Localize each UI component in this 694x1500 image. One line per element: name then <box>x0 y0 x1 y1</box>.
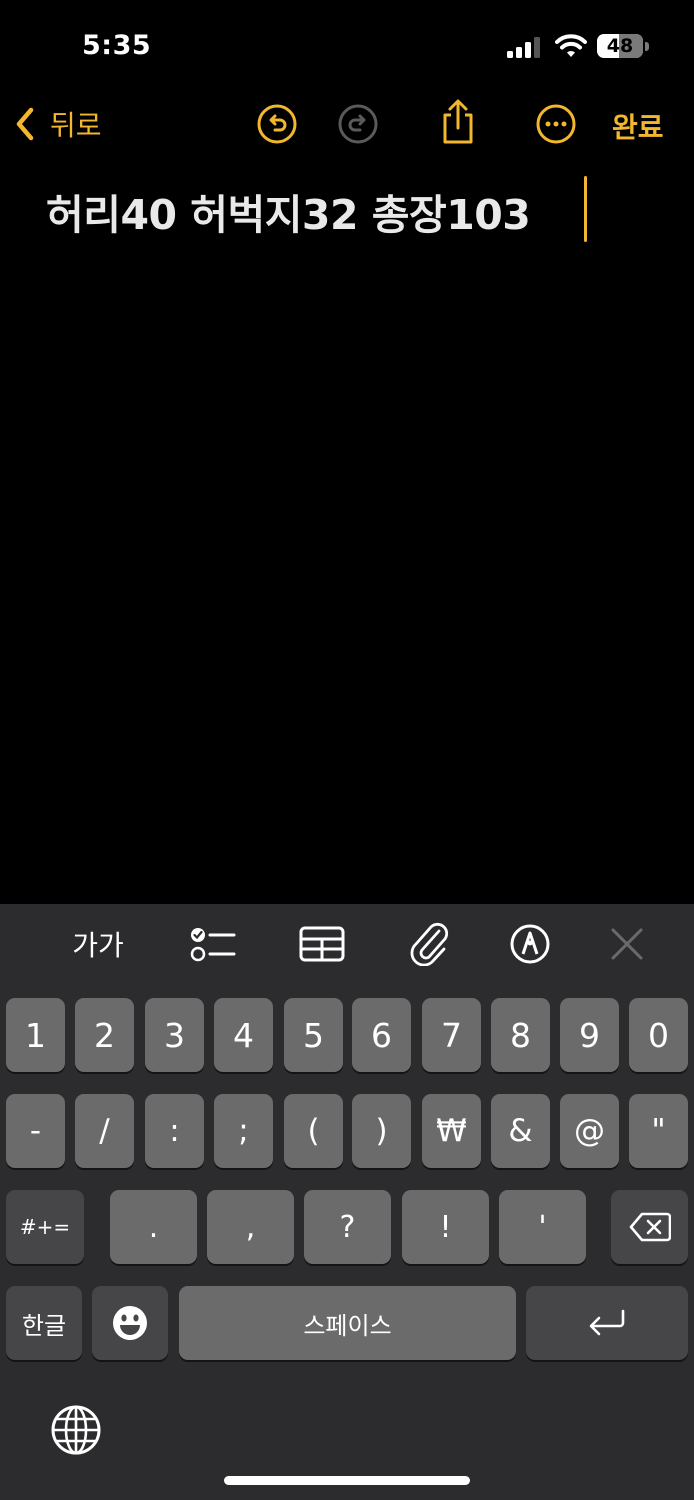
key-1[interactable]: 1 <box>6 998 65 1072</box>
done-button[interactable]: 완료 <box>612 106 664 146</box>
symbols-key[interactable]: #+= <box>6 1190 84 1264</box>
key-comma[interactable]: , <box>207 1190 294 1264</box>
home-indicator[interactable] <box>224 1476 470 1485</box>
markup-button[interactable] <box>504 918 556 970</box>
delete-key[interactable] <box>611 1190 688 1264</box>
emoji-icon <box>113 1306 147 1340</box>
attachment-button[interactable] <box>404 918 456 970</box>
key-colon[interactable]: : <box>145 1094 204 1168</box>
key-open-paren[interactable]: ( <box>284 1094 343 1168</box>
key-at[interactable]: @ <box>560 1094 619 1168</box>
status-time: 5:35 <box>82 30 152 61</box>
table-button[interactable] <box>296 918 348 970</box>
table-icon <box>299 926 345 962</box>
note-text-editor[interactable]: 허리40 허벅지32 총장103 <box>46 181 531 241</box>
key-won[interactable]: ₩ <box>422 1094 481 1168</box>
battery-level: 48 <box>606 35 634 57</box>
key-exclamation[interactable]: ! <box>402 1190 489 1264</box>
checklist-button[interactable] <box>186 918 238 970</box>
paperclip-icon <box>410 922 449 966</box>
text-format-button[interactable]: 가가 <box>66 918 130 970</box>
key-hyphen[interactable]: - <box>6 1094 65 1168</box>
globe-icon[interactable] <box>50 1404 102 1456</box>
battery-icon: 48 <box>597 34 649 60</box>
key-9[interactable]: 9 <box>560 998 619 1072</box>
close-toolbar-button[interactable] <box>603 918 651 970</box>
space-key[interactable]: 스페이스 <box>179 1286 516 1360</box>
key-2[interactable]: 2 <box>75 998 134 1072</box>
share-icon[interactable] <box>436 98 480 146</box>
key-3[interactable]: 3 <box>145 998 204 1072</box>
undo-icon[interactable] <box>255 102 299 146</box>
redo-icon[interactable] <box>336 102 380 146</box>
key-question[interactable]: ? <box>304 1190 391 1264</box>
hangul-key[interactable]: 한글 <box>6 1286 82 1360</box>
more-icon[interactable] <box>534 102 578 146</box>
back-label: 뒤로 <box>50 109 102 142</box>
key-7[interactable]: 7 <box>422 998 481 1072</box>
key-close-paren[interactable]: ) <box>352 1094 411 1168</box>
chevron-left-icon <box>16 107 34 141</box>
wifi-icon <box>555 34 587 57</box>
key-apostrophe[interactable]: ' <box>499 1190 586 1264</box>
close-icon <box>611 928 643 960</box>
cellular-signal-icon <box>507 37 540 58</box>
key-semicolon[interactable]: ; <box>214 1094 273 1168</box>
key-8[interactable]: 8 <box>491 998 550 1072</box>
key-4[interactable]: 4 <box>214 998 273 1072</box>
text-cursor <box>584 176 587 242</box>
key-quote[interactable]: " <box>629 1094 688 1168</box>
key-ampersand[interactable]: & <box>491 1094 550 1168</box>
key-slash[interactable]: / <box>75 1094 134 1168</box>
checklist-icon <box>190 928 236 962</box>
markup-pen-icon <box>510 924 550 964</box>
backspace-icon <box>629 1212 671 1242</box>
key-6[interactable]: 6 <box>352 998 411 1072</box>
back-button[interactable]: 뒤로 <box>14 102 102 146</box>
emoji-key[interactable] <box>92 1286 168 1360</box>
key-0[interactable]: 0 <box>629 998 688 1072</box>
key-5[interactable]: 5 <box>284 998 343 1072</box>
key-period[interactable]: . <box>110 1190 197 1264</box>
return-icon <box>589 1309 625 1336</box>
return-key[interactable] <box>526 1286 688 1360</box>
